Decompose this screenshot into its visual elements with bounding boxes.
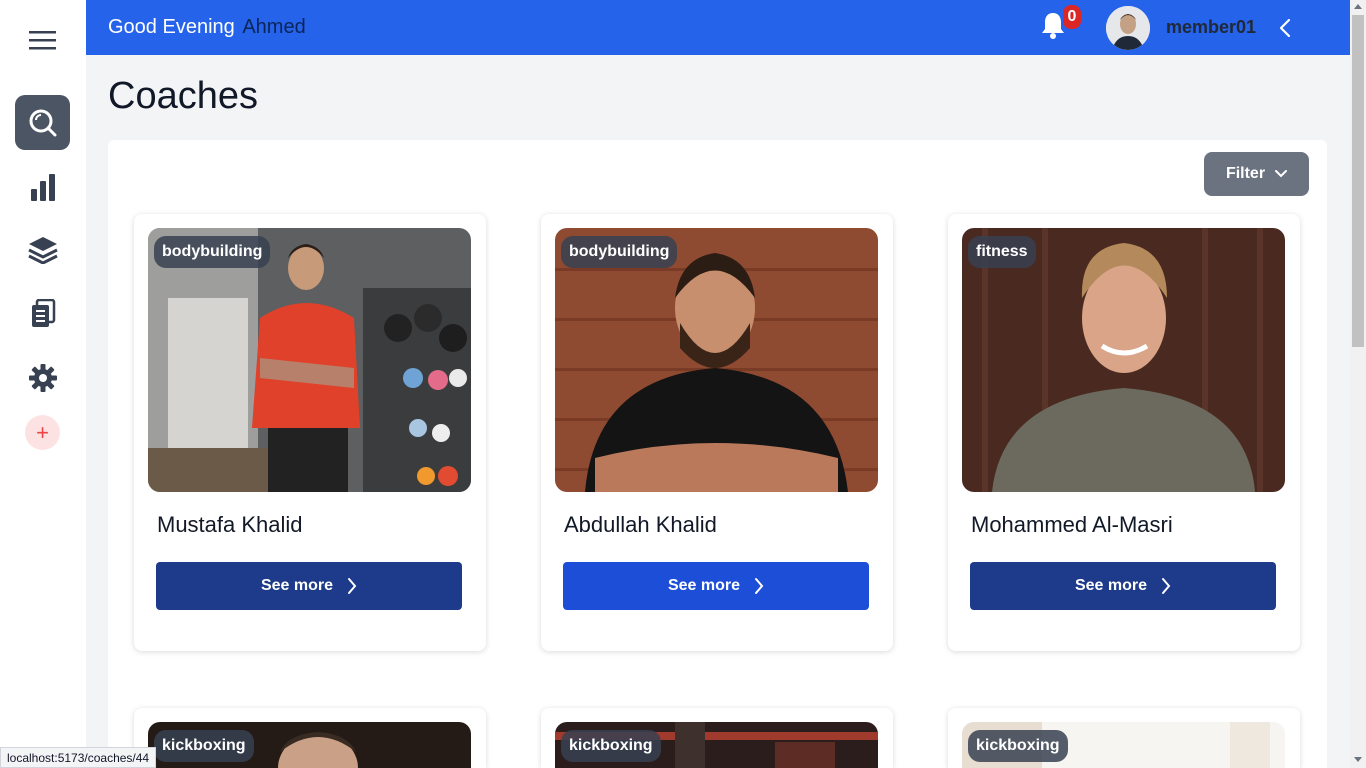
coach-card: kickboxing — [541, 708, 893, 768]
sidebar-item-stats[interactable] — [15, 159, 70, 214]
gear-icon — [28, 363, 57, 392]
coach-name: Abdullah Khalid — [564, 512, 717, 537]
sidebar-item-programs[interactable] — [15, 222, 70, 277]
see-more-button[interactable]: See more — [970, 562, 1276, 610]
chevron-right-icon — [755, 578, 764, 594]
add-button[interactable]: + — [25, 415, 60, 450]
avatar[interactable] — [1106, 6, 1150, 50]
see-more-button[interactable]: See more — [563, 562, 869, 610]
chevron-right-icon — [348, 578, 357, 594]
status-bar-url: localhost:5173/coaches/44 — [0, 747, 157, 768]
coach-card: bodybuilding Abdullah Khalid See more — [541, 214, 893, 651]
coach-photo[interactable]: bodybuilding — [148, 228, 471, 492]
filter-button[interactable]: Filter — [1204, 152, 1309, 196]
coach-card: fitness Mohammed Al-Masri See more — [948, 214, 1300, 651]
chevron-right-icon — [1162, 578, 1171, 594]
bar-chart-icon — [30, 173, 55, 201]
category-tag: kickboxing — [154, 730, 254, 762]
sidebar-item-plans[interactable] — [15, 286, 70, 341]
coach-photo[interactable]: bodybuilding — [555, 228, 878, 492]
username[interactable]: member01 — [1166, 17, 1256, 38]
sidebar: + — [0, 0, 86, 768]
coach-name: Mohammed Al-Masri — [971, 512, 1173, 537]
greeting-text: Good Evening — [108, 16, 235, 38]
page-title: Coaches — [108, 75, 258, 117]
coach-card: kickboxing — [134, 708, 486, 768]
sidebar-item-search[interactable] — [15, 95, 70, 150]
greeting: Good Evening Ahmed — [108, 16, 306, 39]
coach-name: Mustafa Khalid — [157, 512, 303, 537]
hamburger-menu-icon[interactable] — [29, 29, 56, 51]
greeting-user-name: Ahmed — [242, 16, 306, 38]
page-scrollbar[interactable] — [1350, 0, 1366, 768]
scroll-up-arrow-icon[interactable] — [1354, 4, 1362, 9]
coach-card: bodybuilding Mustafa Khalid See more — [134, 214, 486, 651]
category-tag: fitness — [968, 236, 1036, 268]
coach-photo[interactable]: kickboxing — [148, 722, 471, 768]
search-icon — [29, 109, 56, 136]
chevron-down-icon — [1275, 170, 1288, 178]
coach-photo[interactable]: fitness — [962, 228, 1285, 492]
see-more-button[interactable]: See more — [156, 562, 462, 610]
category-tag: bodybuilding — [154, 236, 271, 268]
clipboard-icon — [31, 298, 55, 327]
see-more-label: See more — [1074, 577, 1148, 594]
category-tag: bodybuilding — [561, 236, 678, 268]
category-tag: kickboxing — [968, 730, 1068, 762]
notification-count-badge: 0 — [1063, 5, 1081, 29]
category-tag: kickboxing — [561, 730, 661, 762]
see-more-label: See more — [260, 577, 334, 594]
scroll-thumb[interactable] — [1352, 15, 1364, 347]
coach-photo[interactable]: kickboxing — [555, 722, 878, 768]
coach-card: kickboxing — [948, 708, 1300, 768]
layers-icon — [27, 236, 58, 264]
top-header: Good Evening Ahmed 0 member01 — [86, 0, 1350, 55]
chevron-left-icon[interactable] — [1276, 17, 1296, 39]
see-more-label: See more — [667, 577, 741, 594]
scroll-down-arrow-icon[interactable] — [1354, 757, 1362, 762]
sidebar-item-settings[interactable] — [15, 350, 70, 405]
filter-label: Filter — [1225, 165, 1266, 182]
coach-photo[interactable]: kickboxing — [962, 722, 1285, 768]
